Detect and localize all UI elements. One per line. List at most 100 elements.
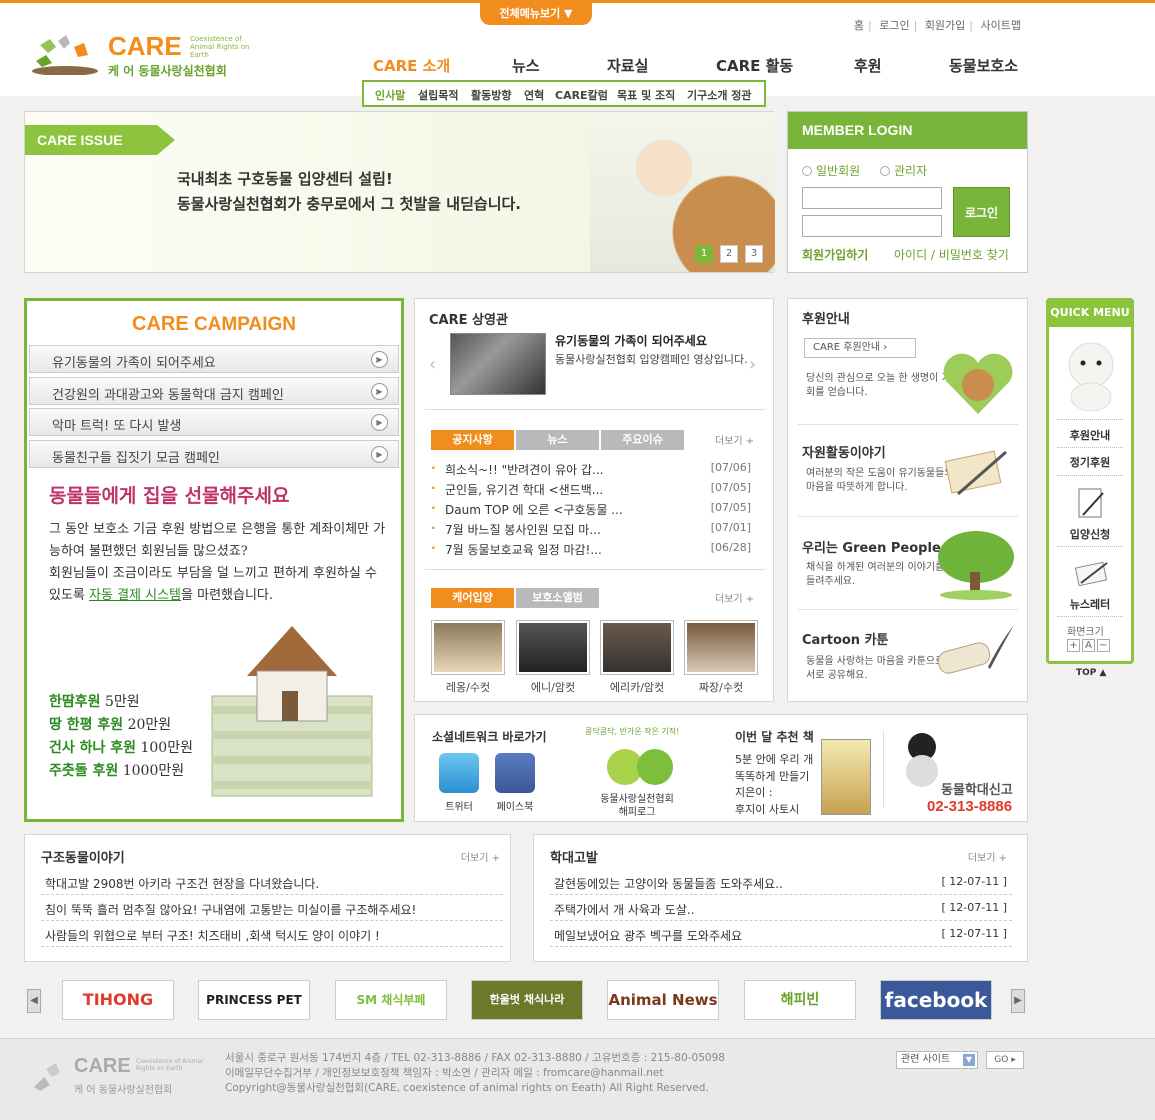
video-title[interactable]: 유기동물의 가족이 되어주세요 [555,332,707,349]
pet-photo[interactable] [600,620,674,675]
rescue-story-item[interactable]: 침이 뚝뚝 흘러 멈추질 않아요! 구내염에 고통받는 미실이를 구조해주세요! [45,901,416,918]
facebook-icon[interactable] [495,753,535,793]
abuse-report-item[interactable]: 주택가에서 개 사육과 도살.. [554,901,695,918]
quick-regular-support[interactable]: 정기후원 [1057,454,1123,470]
green-people-title[interactable]: 우리는 Green People [802,537,941,556]
related-go-button[interactable]: GO ▸ [986,1051,1024,1069]
campaign-item[interactable]: 동물친구들 집짓기 모금 캠페인 ▶ [29,440,399,468]
book-cover[interactable] [821,739,871,815]
issue-page-3[interactable]: 3 [745,245,763,263]
logo-sub-text: Coexistence of Animal Rights on Earth [190,35,250,59]
banner-princess-pet[interactable]: PRINCESS PET [198,980,310,1020]
quick-adoption-apply[interactable]: 입양신청 [1057,526,1123,542]
top-button[interactable]: TOP ▲ [1076,668,1106,678]
login-id-input[interactable] [802,187,942,209]
rescue-story-item[interactable]: 사람들의 위협으로 부터 구조! 치즈태비 ,회색 턱시도 양이 이야기 ! [45,927,380,944]
lnb-history[interactable]: 연혁 [524,87,544,103]
notice-item[interactable]: 7월 바느질 봉사인원 모집 마...[07/01] [431,521,763,538]
issue-page-1[interactable]: 1 [695,245,713,263]
banner-animal-news[interactable]: Animal News [607,980,719,1020]
twitter-label[interactable]: 트위터 [429,798,489,813]
notice-item[interactable]: 희소식~!! "반려견이 유아 갑...[07/06] [431,461,763,478]
facebook-label[interactable]: 페이스북 [485,798,545,813]
util-join-link[interactable]: 회원가입 [925,19,965,32]
pet-name[interactable]: 짜장/수컷 [681,679,761,695]
cartoon-title[interactable]: Cartoon 카툰 [802,629,889,648]
login-password-input[interactable] [802,215,942,237]
util-home-link[interactable]: 홈 [854,19,864,32]
banner-next-icon[interactable]: ▶ [1011,989,1025,1013]
zoom-out-icon[interactable]: − [1097,639,1110,652]
quick-newsletter[interactable]: 뉴스레터 [1057,596,1123,612]
pet-photo[interactable] [684,620,758,675]
abuse-report-item[interactable]: 메일보냈어요 광주 벡구를 도와주세요 [554,927,742,944]
video-thumbnail[interactable] [450,333,546,395]
pet-photo[interactable] [516,620,590,675]
radio-general-member[interactable]: 일반회원 [802,162,860,179]
tab-news[interactable]: 뉴스 [516,430,599,450]
notice-more-link[interactable]: 더보기 + [715,432,754,447]
find-account-link[interactable]: 아이디 / 비밀번호 찾기 [894,246,1009,263]
notice-item[interactable]: 7월 동물보호교육 일정 마감!...[06/28] [431,541,763,558]
campaign-item[interactable]: 유기동물의 가족이 되어주세요 ▶ [29,345,399,373]
lnb-direction[interactable]: 활동방향 [471,87,511,103]
adopt-more-link[interactable]: 더보기 + [715,590,754,605]
gnb-care-intro[interactable]: CARE 소개 [373,55,450,76]
site-logo[interactable]: CARE Coexistence of Animal Rights on Ear… [30,31,260,81]
gnb-news[interactable]: 뉴스 [512,55,540,76]
support-guide-button[interactable]: CARE 후원안내 › [804,338,916,358]
abuse-report-item[interactable]: 갈현동에있는 고양이와 동물들좀 도와주세요.. [554,875,783,892]
util-sitemap-link[interactable]: 사이트맵 [981,19,1021,32]
tab-notice[interactable]: 공지사항 [431,430,514,450]
tab-issues[interactable]: 주요이슈 [601,430,684,450]
banner-tihong[interactable]: TIHONG [62,980,174,1020]
campaign-item[interactable]: 건강원의 과대광고와 동물학대 금지 캠페인 ▶ [29,377,399,405]
banner-sm[interactable]: SM 채식부페 [335,980,447,1020]
abuse-report-more-link[interactable]: 더보기 + [968,849,1007,864]
rescue-story-more-link[interactable]: 더보기 + [461,849,500,864]
related-sites-select[interactable]: 관련 사이트 ▼ [896,1051,978,1069]
gnb-archive[interactable]: 자료실 [607,55,648,76]
issue-page-2[interactable]: 2 [720,245,738,263]
notice-item[interactable]: 군인들, 유기견 학대 <샌드백...[07/05] [431,481,763,498]
tab-shelter-album[interactable]: 보호소앨범 [516,588,599,608]
banner-hanulvut[interactable]: 한울벗 채식나라 [471,980,583,1020]
tab-adoption[interactable]: 케어입양 [431,588,514,608]
gnb-care-activity[interactable]: CARE 활동 [716,55,793,76]
lnb-bylaws[interactable]: 기구소개 정관 [687,87,752,103]
member-login-box: MEMBER LOGIN 일반회원 관리자 로그인 회원가입하기 아이디 / 비… [787,111,1028,273]
volunteer-title[interactable]: 자원활동이야기 [802,442,886,461]
pet-name[interactable]: 에리카/암컷 [597,679,677,695]
pet-name[interactable]: 에니/암컷 [513,679,593,695]
twitter-icon[interactable] [439,753,479,793]
pet-name[interactable]: 레옹/수컷 [428,679,508,695]
notice-item[interactable]: Daum TOP 에 오른 <구호동물 ...[07/05] [431,501,763,518]
gnb-support[interactable]: 후원 [854,55,882,76]
gnb-shelter[interactable]: 동물보호소 [949,55,1018,76]
util-login-link[interactable]: 로그인 [879,19,909,32]
join-link[interactable]: 회원가입하기 [802,246,868,263]
banner-facebook[interactable]: facebook [880,980,992,1020]
theater-next-icon[interactable]: › [749,354,756,375]
login-button[interactable]: 로그인 [953,187,1010,237]
zoom-in-icon[interactable]: + [1067,639,1080,652]
book-text[interactable]: 5분 안에 우리 개 똑똑하게 만들기 [735,751,817,785]
zoom-reset-icon[interactable]: A [1082,639,1095,652]
all-menu-button[interactable]: 전체메뉴보기 ▼ [480,3,592,25]
lnb-column[interactable]: CARE칼럼 [555,87,608,103]
radio-admin[interactable]: 관리자 [880,162,927,179]
abuse-report-label[interactable]: 동물학대신고 [941,779,1013,798]
pet-photo[interactable] [431,620,505,675]
lnb-purpose[interactable]: 설립목적 [418,87,458,103]
quick-support-guide[interactable]: 후원안내 [1057,427,1123,443]
happylog-label[interactable]: 동물사랑실천협회 해피로그 [587,793,687,819]
banner-happybean[interactable]: 해피빈 [744,980,856,1020]
rescue-story-item[interactable]: 학대고발 2908번 아키라 구조건 현장을 다녀왔습니다. [45,875,319,892]
theater-prev-icon[interactable]: ‹ [429,354,436,375]
lnb-organization[interactable]: 목표 및 조직 [617,87,675,103]
banner-prev-icon[interactable]: ◀ [27,989,41,1013]
care-issue-banner[interactable]: CARE ISSUE 국내최초 구호동물 입양센터 설립! 동물사랑실천협회가 … [24,111,775,273]
campaign-item[interactable]: 악마 트럭! 또 다시 발생 ▶ [29,408,399,436]
auto-payment-link[interactable]: 자동 결제 시스템 [89,588,181,603]
lnb-greeting[interactable]: 인사말 [375,87,405,103]
